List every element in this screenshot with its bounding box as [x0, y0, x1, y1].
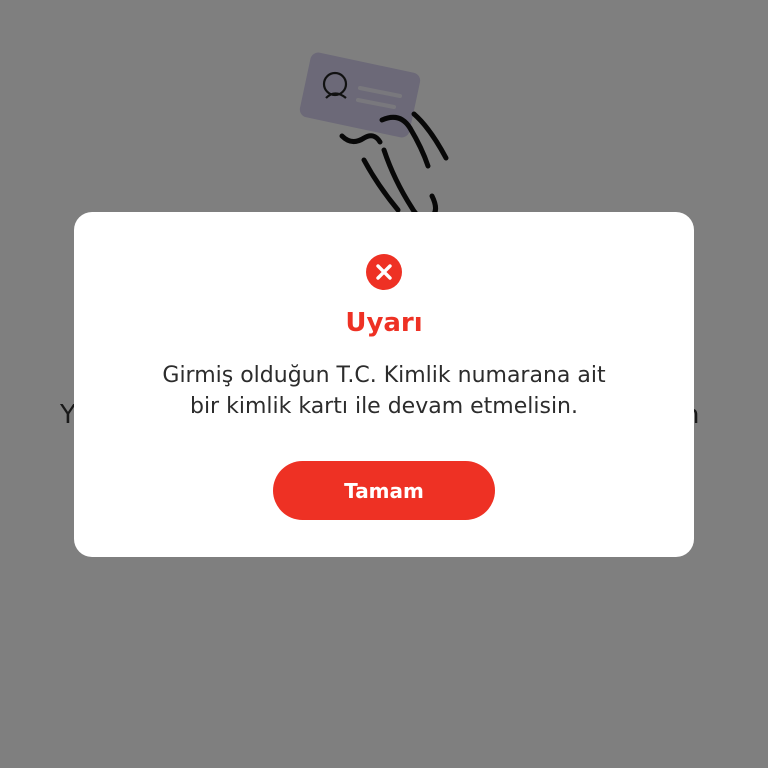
dialog-title: Uyarı [345, 308, 423, 338]
ok-button[interactable]: Tamam [273, 461, 495, 520]
dialog-message: Girmiş olduğun T.C. Kimlik numarana ait … [114, 360, 654, 422]
error-x-circle-icon [366, 254, 402, 290]
app-screen: Y n Uyarı Girmiş olduğun T.C. Kimlik num… [0, 0, 768, 768]
warning-dialog: Uyarı Girmiş olduğun T.C. Kimlik numaran… [74, 212, 694, 557]
dialog-message-line: bir kimlik kartı ile devam etmelisin. [189, 394, 578, 419]
dialog-message-line: Girmiş olduğun T.C. Kimlik numarana ait [162, 363, 606, 388]
